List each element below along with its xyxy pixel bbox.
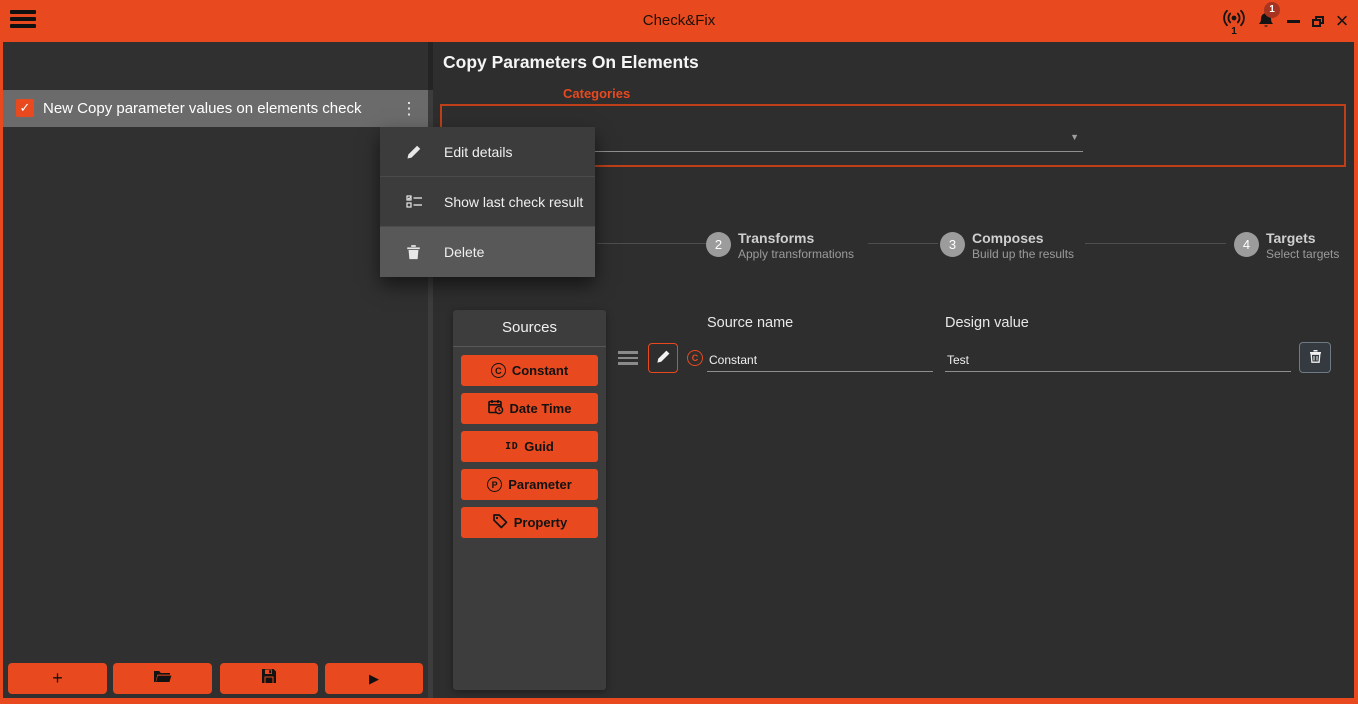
plus-icon: + [52,668,63,689]
source-button-label: Constant [512,363,568,378]
calendar-clock-icon [488,399,504,418]
save-floppy-icon [261,668,277,689]
window-border-right [1354,42,1358,704]
design-value-input[interactable] [945,348,1291,372]
trash-icon [406,244,421,265]
stepper-connector [868,243,938,244]
checks-sidebar: Parameters 1 check(s) [3,42,428,698]
menu-item-label: Edit details [444,127,512,177]
check-item-checkbox[interactable]: ✓ [16,99,34,117]
trash-icon [1309,349,1322,366]
restore-button[interactable] [1307,0,1329,42]
source-button-label: Date Time [510,401,572,416]
divider [453,346,606,347]
app-title: Check&Fix [0,0,1358,42]
source-name-column-header: Source name [707,315,793,331]
sources-panel: Sources C Constant Date Time ID Guid [453,310,606,690]
menu-item-edit-details[interactable]: Edit details [380,127,595,177]
source-datetime-button[interactable]: Date Time [461,393,598,424]
step-4-circle[interactable]: 4 [1234,232,1259,257]
source-name-input[interactable] [707,348,933,372]
tag-icon [492,513,508,532]
source-property-button[interactable]: Property [461,507,598,538]
step-3-circle[interactable]: 3 [940,232,965,257]
drag-handle-icon[interactable] [618,351,638,365]
signal-status-icon[interactable]: 1 [1218,0,1250,42]
menu-item-delete[interactable]: Delete [380,227,595,277]
categories-dropdown[interactable]: ▼ [520,120,1083,152]
kebab-menu-icon[interactable]: ⋮ [396,90,422,127]
step-4-title: Targets [1266,230,1316,246]
id-badge-icon: ID [505,441,518,452]
categories-label: Categories [563,86,630,101]
sources-panel-title: Sources [453,319,606,336]
check-item-label: New Copy parameter values on elements ch… [43,90,362,127]
window-border-left [0,42,3,704]
run-checks-button[interactable]: ▶ [325,663,423,694]
circle-c-icon: C [491,363,506,378]
delete-source-button[interactable] [1299,342,1331,373]
source-button-label: Parameter [508,477,572,492]
source-constant-button[interactable]: C Constant [461,355,598,386]
save-checks-button[interactable] [220,663,318,694]
window-border-bottom [0,698,1358,704]
source-button-label: Guid [524,439,554,454]
checkfix-window: Check&Fix 1 1 × Param [0,0,1358,704]
step-2-circle[interactable]: 2 [706,232,731,257]
source-button-label: Property [514,515,567,530]
folder-open-icon [153,668,172,689]
svg-text:1: 1 [1231,26,1237,36]
pencil-icon [656,349,671,367]
checklist-icon [406,194,423,214]
open-checks-button[interactable] [113,663,212,694]
play-icon: ▶ [369,671,379,687]
stepper-connector [1085,243,1226,244]
step-3-title: Composes [972,230,1044,246]
notification-badge: 1 [1264,2,1280,18]
source-guid-button[interactable]: ID Guid [461,431,598,462]
add-check-button[interactable]: + [8,663,107,694]
menu-item-label: Delete [444,227,484,277]
check-item-context-menu: Edit details Show last check result [380,127,595,277]
circle-p-icon: P [487,477,502,492]
step-4-subtitle: Select targets [1266,247,1339,261]
constant-type-icon: C [687,350,703,366]
design-value-column-header: Design value [945,315,1029,331]
step-2-title: Transforms [738,230,814,246]
minimize-button[interactable] [1283,0,1303,42]
titlebar: Check&Fix 1 1 × [0,0,1358,42]
check-list-item[interactable]: ✓ New Copy parameter values on elements … [3,90,430,127]
close-button[interactable]: × [1331,0,1353,42]
menu-item-label: Show last check result [444,177,583,227]
pencil-icon [406,144,422,165]
page-title: Copy Parameters On Elements [443,52,699,73]
step-2-subtitle: Apply transformations [738,247,854,261]
stepper-connector [597,243,706,244]
source-parameter-button[interactable]: P Parameter [461,469,598,500]
menu-item-show-last-check-result[interactable]: Show last check result [380,177,595,227]
step-3-subtitle: Build up the results [972,247,1074,261]
chevron-down-icon: ▼ [1070,132,1079,142]
edit-source-button[interactable] [648,343,678,373]
